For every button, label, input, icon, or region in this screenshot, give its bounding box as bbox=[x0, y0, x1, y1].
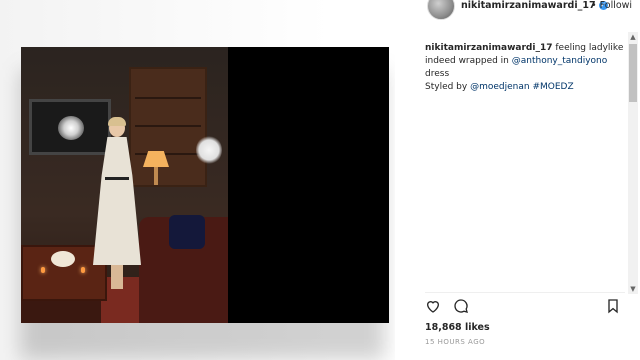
bookshelf bbox=[129, 67, 207, 187]
post-sidebar: nikitamirzanimawardi_17 ✓ • Followi nikit… bbox=[395, 0, 640, 360]
lamp-base bbox=[154, 167, 158, 185]
follow-button[interactable]: • Followi bbox=[591, 0, 632, 11]
woman-legs bbox=[111, 263, 123, 289]
post-photo[interactable] bbox=[21, 47, 389, 323]
header-username-text[interactable]: nikitamirzanimawardi_17 bbox=[461, 0, 596, 11]
bookmark-icon[interactable] bbox=[605, 298, 621, 314]
woman-hair bbox=[108, 117, 126, 126]
scrollbar[interactable]: ▲ ▼ bbox=[628, 32, 638, 294]
caption: nikitamirzanimawardi_17 feeling ladylike… bbox=[425, 42, 630, 94]
post-header: nikitamirzanimawardi_17 ✓ • Followi bbox=[395, 0, 640, 24]
follow-label[interactable]: Followi bbox=[600, 0, 632, 11]
candle bbox=[81, 267, 85, 273]
caption-mention-anthony[interactable]: @anthony_tandiyono bbox=[512, 56, 608, 66]
pillow bbox=[169, 215, 205, 249]
television bbox=[29, 99, 111, 155]
likes-count[interactable]: 18,868 likes bbox=[425, 322, 490, 333]
caption-hashtag[interactable]: #MOEDZ bbox=[532, 82, 573, 92]
caption-username[interactable]: nikitamirzanimawardi_17 bbox=[425, 43, 552, 53]
scroll-down-icon[interactable]: ▼ bbox=[628, 284, 638, 294]
caption-mention-moedjenan[interactable]: @moedjenan bbox=[470, 82, 529, 92]
avatar[interactable] bbox=[427, 0, 455, 20]
caption-text-2: dress bbox=[425, 69, 450, 79]
divider bbox=[425, 292, 625, 293]
action-bar bbox=[425, 298, 620, 316]
follow-dot: • bbox=[591, 0, 600, 11]
comment-icon[interactable] bbox=[453, 298, 469, 314]
post-timestamp: 15 HOURS AGO bbox=[425, 338, 486, 346]
orchid-flowers bbox=[196, 135, 222, 165]
scroll-up-icon[interactable]: ▲ bbox=[628, 32, 638, 42]
caption-text-3: Styled by bbox=[425, 82, 468, 92]
heart-icon[interactable] bbox=[425, 298, 441, 314]
table-flowers bbox=[51, 251, 75, 267]
dress-belt bbox=[105, 177, 129, 180]
header-username[interactable]: nikitamirzanimawardi_17 ✓ bbox=[461, 0, 608, 11]
photo-scene bbox=[21, 47, 228, 323]
scroll-thumb[interactable] bbox=[629, 44, 637, 102]
candle bbox=[41, 267, 45, 273]
